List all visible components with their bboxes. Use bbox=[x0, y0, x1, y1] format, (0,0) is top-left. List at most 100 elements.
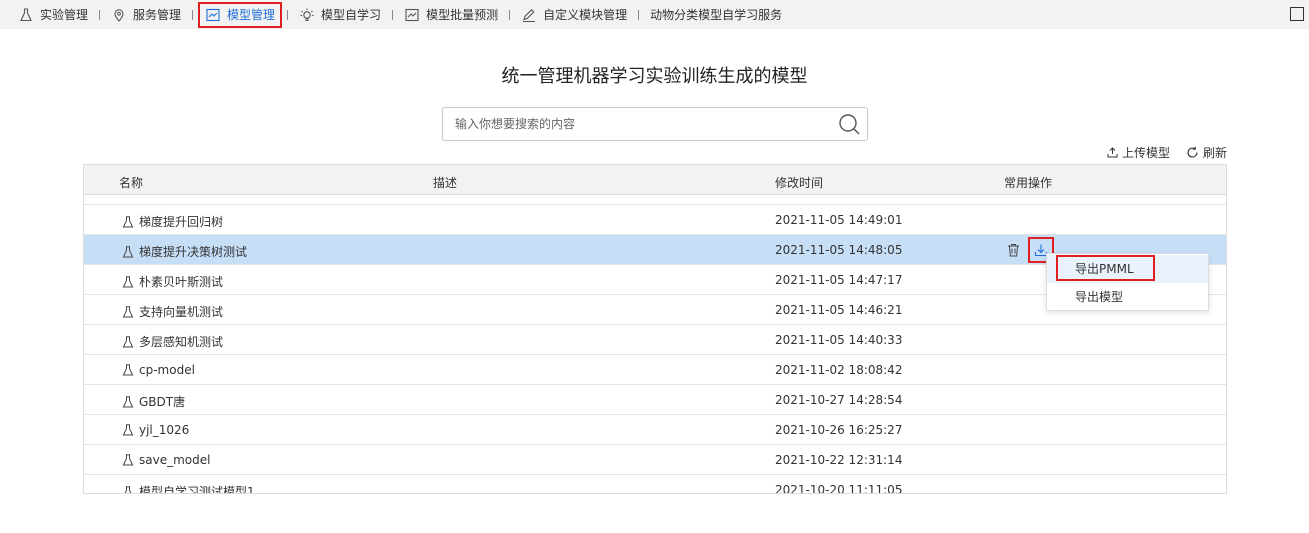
table-header: 名称 描述 修改时间 常用操作 bbox=[84, 165, 1226, 195]
top-nav: 实验管理 服务管理 模型管理 模型自学习 模型批量预测 自定义模块管理 动物分类… bbox=[0, 0, 1309, 29]
nav-label: 模型批量预测 bbox=[426, 8, 499, 22]
page-title: 统一管理机器学习实验训练生成的模型 bbox=[501, 66, 808, 87]
nav-separator bbox=[638, 9, 640, 20]
table-row[interactable]: save_model 2021-10-22 12:31:14 bbox=[84, 445, 1226, 475]
nav-item-model-self-learning[interactable]: 模型自学习 bbox=[295, 4, 385, 25]
upload-model-button[interactable]: 上传模型 bbox=[1107, 144, 1170, 161]
table-row[interactable]: yjl_1026 2021-10-26 16:25:27 bbox=[84, 415, 1226, 445]
nav-separator bbox=[287, 9, 289, 20]
row-name-text: 梯度提升决策树测试 bbox=[139, 245, 248, 259]
row-name-text: yjl_1026 bbox=[139, 423, 190, 437]
upload-label: 上传模型 bbox=[1121, 146, 1170, 160]
nav-separator bbox=[392, 9, 394, 20]
row-name-text: 多层感知机测试 bbox=[139, 335, 224, 349]
row-name-text: 朴素贝叶斯测试 bbox=[139, 275, 224, 289]
upload-icon bbox=[1107, 147, 1118, 158]
edit-icon bbox=[521, 7, 537, 23]
nav-label: 实验管理 bbox=[40, 8, 89, 22]
nav-separator bbox=[99, 9, 101, 20]
row-actions bbox=[1002, 237, 1054, 263]
location-icon bbox=[111, 7, 127, 23]
nav-separator bbox=[509, 9, 511, 20]
model-table: 名称 描述 修改时间 常用操作 梯度提升回归树 2021-11-05 14:49… bbox=[83, 164, 1227, 494]
row-name: 模型自学习测试模型1 bbox=[122, 483, 255, 494]
table-row[interactable]: 多层感知机测试 2021-11-05 14:40:33 bbox=[84, 325, 1226, 355]
nav-item-experiments[interactable]: 实验管理 bbox=[14, 4, 92, 25]
nav-item-animal-classification[interactable]: 动物分类模型自学习服务 bbox=[646, 4, 786, 25]
refresh-label: 刷新 bbox=[1202, 146, 1227, 160]
table-row[interactable]: 梯度提升回归树 2021-11-05 14:49:01 bbox=[84, 205, 1226, 235]
refresh-button[interactable]: 刷新 bbox=[1186, 144, 1227, 161]
row-name-text: GBDT唐 bbox=[139, 395, 186, 409]
header-ops: 常用操作 bbox=[1004, 176, 1053, 190]
row-time: 2021-11-05 14:40:33 bbox=[775, 333, 903, 347]
row-name-text: cp-model bbox=[139, 363, 195, 377]
row-name-text: 梯度提升回归树 bbox=[139, 215, 224, 229]
row-name: 梯度提升决策树测试 bbox=[122, 243, 247, 260]
row-name: 多层感知机测试 bbox=[122, 333, 223, 350]
table-row[interactable]: cp-model 2021-11-02 18:08:42 bbox=[84, 355, 1226, 385]
maximize-icon[interactable] bbox=[1290, 7, 1304, 21]
table-body: 梯度提升回归树 2021-11-05 14:49:01 梯度提升决策树测试 20… bbox=[84, 195, 1226, 494]
nav-item-custom-modules[interactable]: 自定义模块管理 bbox=[517, 4, 631, 25]
refresh-icon bbox=[1187, 146, 1198, 158]
row-name: save_model bbox=[122, 453, 210, 467]
nav-label: 动物分类模型自学习服务 bbox=[650, 8, 783, 22]
search-box bbox=[442, 107, 868, 141]
export-pmml-option[interactable]: 导出PMML bbox=[1047, 255, 1208, 283]
flask-icon bbox=[122, 335, 134, 347]
flask-icon bbox=[122, 364, 134, 376]
bulb-icon bbox=[299, 7, 315, 23]
row-time: 2021-10-22 12:31:14 bbox=[775, 453, 903, 467]
row-time: 2021-11-05 14:47:17 bbox=[775, 273, 903, 287]
nav-separator bbox=[192, 9, 194, 20]
search-input[interactable] bbox=[443, 108, 823, 140]
row-name-text: save_model bbox=[139, 453, 211, 467]
flask-icon bbox=[18, 7, 34, 23]
nav-label: 模型自学习 bbox=[321, 8, 382, 22]
flask-icon bbox=[122, 305, 134, 317]
flask-icon bbox=[122, 454, 134, 466]
delete-button[interactable] bbox=[1002, 239, 1024, 261]
row-time: 2021-11-05 14:48:05 bbox=[775, 243, 903, 257]
flask-icon bbox=[122, 275, 134, 287]
nav-label: 服务管理 bbox=[133, 8, 182, 22]
row-time: 2021-11-05 14:46:21 bbox=[775, 303, 903, 317]
row-name: GBDT唐 bbox=[122, 393, 185, 410]
row-name: 朴素贝叶斯测试 bbox=[122, 273, 223, 290]
header-time: 修改时间 bbox=[775, 176, 824, 190]
row-time: 2021-11-02 18:08:42 bbox=[775, 363, 903, 377]
chart-icon bbox=[404, 7, 420, 23]
row-time: 2021-10-20 11:11:05 bbox=[775, 483, 903, 494]
export-dropdown: 导出PMML 导出模型 bbox=[1046, 253, 1209, 311]
row-time: 2021-10-26 16:25:27 bbox=[775, 423, 903, 437]
row-name: 梯度提升回归树 bbox=[122, 213, 223, 230]
row-name-text: 模型自学习测试模型1 bbox=[139, 485, 255, 494]
flask-icon bbox=[122, 424, 134, 436]
flask-icon bbox=[122, 395, 134, 407]
table-row[interactable]: 模型自学习测试模型1 2021-10-20 11:11:05 bbox=[84, 475, 1226, 494]
nav-item-batch-prediction[interactable]: 模型批量预测 bbox=[400, 4, 502, 25]
nav-item-model-management[interactable]: 模型管理 bbox=[198, 1, 283, 28]
table-row-partial bbox=[84, 195, 1226, 205]
header-name: 名称 bbox=[119, 176, 144, 190]
row-time: 2021-11-05 14:49:01 bbox=[775, 213, 903, 227]
row-name: cp-model bbox=[122, 363, 195, 377]
table-toolbar: 上传模型 刷新 bbox=[1091, 144, 1227, 161]
trash-icon bbox=[1007, 244, 1019, 257]
nav-label: 自定义模块管理 bbox=[543, 8, 628, 22]
row-name: yjl_1026 bbox=[122, 423, 189, 437]
nav-item-services[interactable]: 服务管理 bbox=[107, 4, 185, 25]
header-desc: 描述 bbox=[433, 176, 458, 190]
flask-icon bbox=[122, 215, 134, 227]
row-name-text: 支持向量机测试 bbox=[139, 305, 224, 319]
row-name: 支持向量机测试 bbox=[122, 303, 223, 320]
flask-icon bbox=[124, 485, 132, 493]
export-model-option[interactable]: 导出模型 bbox=[1047, 283, 1208, 311]
nav-label: 模型管理 bbox=[227, 8, 276, 22]
chart-icon bbox=[205, 7, 221, 23]
row-time: 2021-10-27 14:28:54 bbox=[775, 393, 903, 407]
table-row[interactable]: GBDT唐 2021-10-27 14:28:54 bbox=[84, 385, 1226, 415]
flask-icon bbox=[122, 245, 134, 257]
search-icon[interactable] bbox=[837, 112, 861, 136]
